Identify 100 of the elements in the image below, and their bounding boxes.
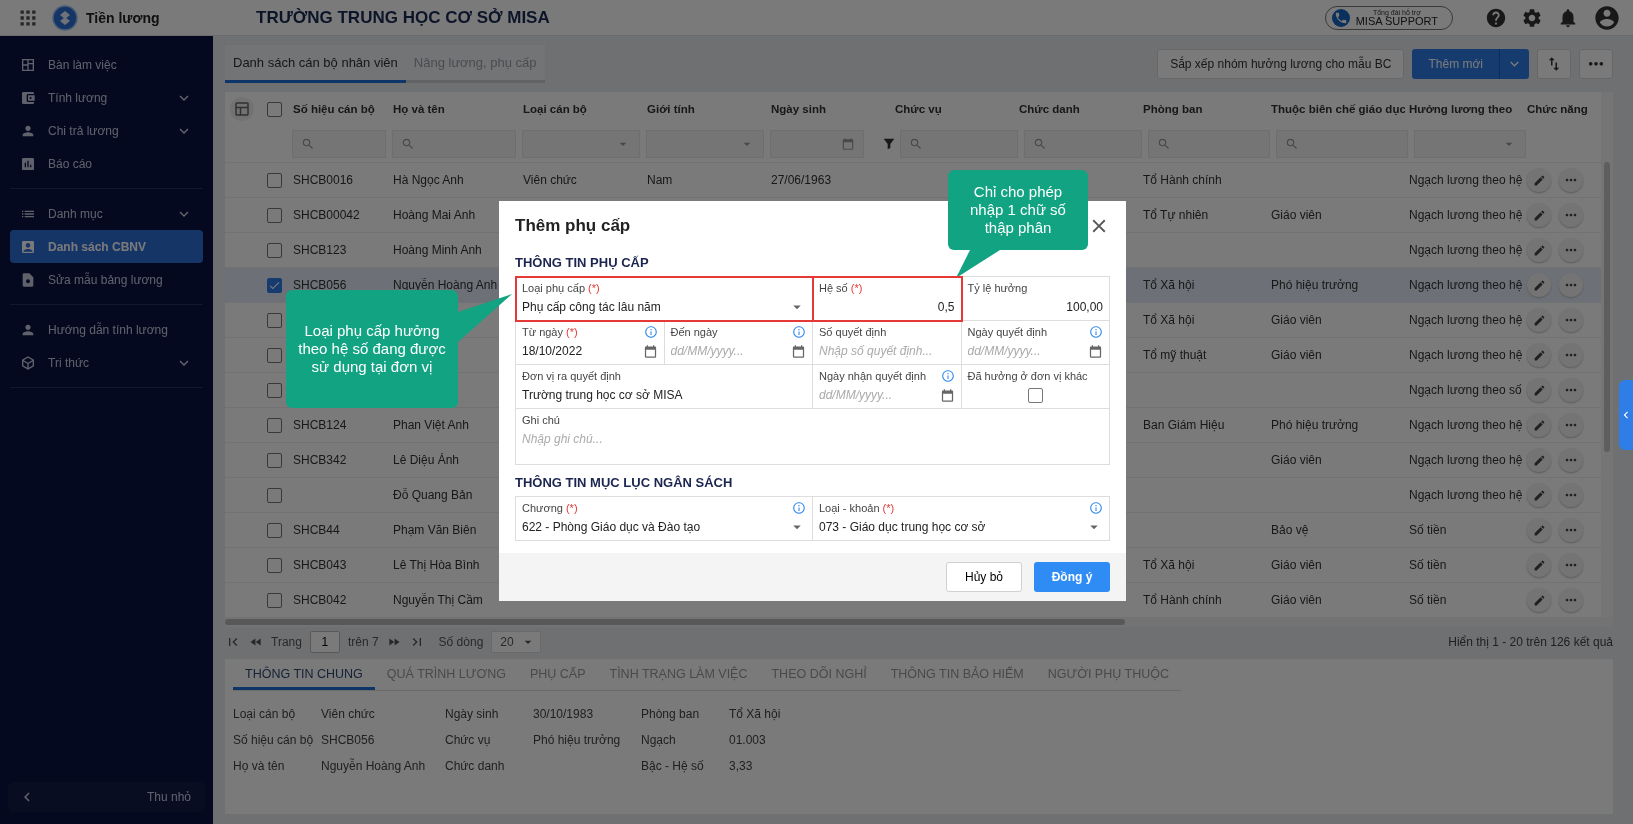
table-cell-text: Nguyễn Thị Cầm: [392, 593, 484, 607]
field-value: Viên chức: [321, 707, 376, 721]
field-label: Hệ số (*): [819, 282, 863, 294]
table-cell-text: SHCB042: [292, 593, 348, 607]
table-cell-text: Ngạch lương theo số: [1408, 383, 1523, 397]
page-label: Trang: [271, 635, 302, 649]
table-cell-text: Ngạch lương theo hệ: [1408, 348, 1523, 362]
table-cell-text: Giáo viên: [1270, 348, 1323, 362]
table-cell-text: Số tiền: [1408, 593, 1448, 607]
table-cell-text: Ngạch lương theo hệ: [1408, 453, 1523, 467]
table-cell-text: SHCB056: [292, 278, 348, 292]
field-label: Chức danh: [445, 759, 506, 773]
field-label: Số quyết định: [819, 326, 887, 338]
table-cell-text: SHCB0016: [292, 173, 355, 187]
field-label: Đến ngày: [670, 326, 718, 338]
field-label: Ngày nhận quyết định: [819, 370, 927, 382]
field-label: Chức vụ: [445, 733, 492, 747]
field-label: Họ và tên: [233, 759, 286, 773]
field-label: Ghi chú: [522, 414, 560, 426]
table-cell-text: Ngạch lương theo hệ: [1408, 278, 1523, 292]
results-summary: Hiển thị 1 - 20 trên 126 kết quả: [1448, 635, 1613, 649]
table-cell-text: SHCB043: [292, 558, 348, 572]
table-cell-text: Số tiền: [1408, 558, 1448, 572]
table-cell-text: Tổ Hành chính: [1142, 593, 1223, 607]
sidebar-label: Danh mục: [48, 206, 104, 221]
table-cell-text: Ngạch lương theo hệ: [1408, 208, 1523, 222]
sidebar-label: Danh sách CBNV: [48, 239, 148, 254]
field-label: Đã hưởng ở đơn vị khác: [967, 370, 1088, 382]
field-value: SHCB056: [321, 733, 376, 747]
table-cell-text: Phó hiệu trưởng: [1270, 418, 1360, 432]
table-cell-text: SHCB00042: [292, 208, 361, 222]
dialog-title: Thêm phụ cấp: [515, 216, 631, 236]
table-cell-text: Tổ Xã hội: [1142, 278, 1196, 292]
field-value: 30/10/1983: [533, 707, 595, 721]
table-cell-text: Giáo viên: [1270, 558, 1323, 572]
table-cell-text: Ngạch lương theo hệ: [1408, 313, 1523, 327]
table-cell-text: Phó hiệu trưởng: [1270, 278, 1360, 292]
rows-label: Số dòng: [438, 635, 484, 649]
table-cell-text: Ngạch lương theo hệ: [1408, 488, 1523, 502]
table-cell-text: Đỗ Quang Bản: [392, 488, 474, 502]
table-cell-text: Phạm Văn Biên: [392, 523, 478, 537]
table-cell-text: SHCB44: [292, 523, 341, 537]
field-label: Tỷ lệ hưởng: [967, 282, 1028, 294]
organization-title: TRƯỜNG TRUNG HỌC CƠ SỞ MISA: [256, 7, 551, 28]
sidebar-label: Tính lương: [48, 90, 109, 105]
table-cell-text: SHCB123: [292, 243, 348, 257]
table-cell-text: 27/06/1963: [770, 173, 833, 187]
field-label: Loại phụ cấp (*): [522, 282, 600, 294]
sidebar-label: Hướng dẫn tính lương: [48, 322, 169, 337]
table-cell-text: Giáo viên: [1270, 313, 1323, 327]
field-label: Từ ngày (*): [522, 326, 578, 338]
field-label: Loại cán bộ: [233, 707, 297, 721]
sidebar-label: Tri thức: [48, 355, 90, 370]
table-cell-text: Tổ Xã hội: [1142, 313, 1196, 327]
field-label: Bậc - Hệ số: [641, 759, 705, 773]
table-cell-text: Giáo viên: [1270, 208, 1323, 222]
table-cell-text: Hoàng Mai Anh: [392, 208, 477, 222]
table-cell-text: Nam: [646, 173, 674, 187]
field-label: Ngày sinh: [445, 707, 500, 721]
table-cell-text: Tổ mỹ thuật: [1142, 348, 1208, 362]
table-cell-text: Ngạch lương theo hệ: [1408, 243, 1523, 257]
table-cell-text: Giáo viên: [1270, 453, 1323, 467]
field-value: Tổ Xã hội: [729, 707, 782, 721]
table-cell-text: Phan Việt Anh: [392, 418, 470, 432]
field-value: 01.003: [729, 733, 767, 747]
table-cell-text: Tổ Hành chính: [1142, 173, 1223, 187]
table-cell-text: Lê Diệu Ánh: [392, 453, 461, 467]
sidebar-label: Bàn làm việc: [48, 57, 118, 72]
table-cell-text: Viên chức: [522, 173, 578, 187]
table-cell-text: Ngạch lương theo hệ: [1408, 418, 1523, 432]
section-title: THÔNG TIN MỤC LỤC NGÂN SÁCH: [515, 475, 733, 490]
table-cell-text: Số tiền: [1408, 523, 1448, 537]
table-cell-text: Tổ Tự nhiên: [1142, 208, 1210, 222]
field-label: Phòng ban: [641, 707, 701, 721]
table-cell-text: Tổ Xã hội: [1142, 558, 1196, 572]
sidebar-label: Sửa mẫu bảng lương: [48, 272, 164, 287]
callout: Loại phụ cấp hưởng theo hệ số đang được sử dụng tại đơn vị: [286, 290, 458, 408]
field-value: 3,33: [729, 759, 754, 773]
sidebar-label: Chi trả lương: [48, 123, 120, 138]
field-label: Ngạch: [641, 733, 677, 747]
field-label: Chương (*): [522, 502, 578, 514]
field-label: Loại - khoản (*): [819, 502, 895, 514]
app-name: Tiền lương: [86, 9, 161, 26]
table-cell-text: Hoàng Minh Anh: [392, 243, 483, 257]
table-cell-text: SHCB342: [292, 453, 348, 467]
field-value: Nguyễn Hoàng Anh: [321, 759, 427, 773]
section-title: THÔNG TIN PHỤ CẤP: [515, 255, 649, 270]
table-cell-text: Bảo vệ: [1270, 523, 1310, 537]
sidebar-label: Báo cáo: [48, 156, 94, 171]
field-label: Ngày quyết định: [967, 326, 1047, 338]
field-label: Đơn vị ra quyết định: [522, 370, 621, 382]
table-cell-text: Ban Giám Hiệu: [1142, 418, 1226, 432]
table-cell-text: SHCB124: [292, 418, 348, 432]
table-cell-text: Ngạch lương theo hệ: [1408, 173, 1523, 187]
field-value: Phó hiệu trưởng: [533, 733, 622, 747]
field-label: Số hiệu cán bộ: [233, 733, 315, 747]
table-cell-text: Giáo viên: [1270, 593, 1323, 607]
table-cell-text: Hà Ngọc Anh: [392, 173, 465, 187]
table-cell-text: Lê Thị Hòa Bình: [392, 558, 481, 572]
page-count: trên 7: [347, 635, 379, 649]
